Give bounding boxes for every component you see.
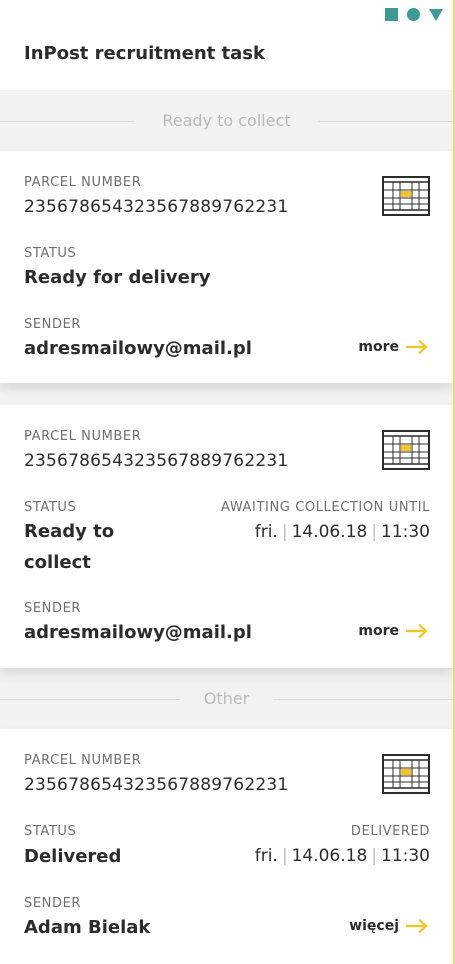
separator: | <box>371 846 377 866</box>
triangle-icon <box>429 8 443 21</box>
time: 11:30 <box>381 846 430 866</box>
circle-icon <box>407 8 420 21</box>
status-value: Ready for delivery <box>24 267 211 288</box>
parcel-card[interactable]: PARCEL NUMBER 235678654323567889762231 S… <box>0 729 453 964</box>
date: 14.06.18 <box>291 522 368 542</box>
date-value: fri. | 14.06.18 | 11:30 <box>255 846 430 866</box>
separator: | <box>281 846 288 866</box>
sender-value: Adam Bielak <box>24 917 151 938</box>
day: fri. <box>254 522 278 542</box>
separator: | <box>371 522 377 542</box>
date-label: AWAITING COLLECTION UNTIL <box>221 500 430 515</box>
date: 14.06.18 <box>291 846 368 866</box>
status-bar <box>0 0 453 28</box>
date-value: fri. | 14.06.18 | 11:30 <box>255 522 430 542</box>
parcel-number: 235678654323567889762231 <box>24 451 289 471</box>
sender-value: adresmailowy@mail.pl <box>24 338 252 359</box>
page-title: InPost recruitment task <box>24 43 265 64</box>
section-header-ready: Ready to collect <box>0 90 453 150</box>
day: fri. <box>254 846 278 866</box>
parcel-number-label: PARCEL NUMBER <box>24 753 142 768</box>
status-value-line-1: Ready to <box>24 521 115 542</box>
status-label: STATUS <box>24 824 77 839</box>
time: 11:30 <box>381 522 430 542</box>
sender-label: SENDER <box>24 317 82 332</box>
parcel-number-label: PARCEL NUMBER <box>24 429 142 444</box>
arrow-right-icon <box>406 339 428 355</box>
parcel-locker-icon <box>382 176 430 216</box>
app-bar: InPost recruitment task <box>0 28 453 90</box>
phone-screen: InPost recruitment task Ready to collect… <box>0 0 453 964</box>
more-button[interactable]: more <box>358 623 429 639</box>
parcel-locker-icon <box>382 754 430 794</box>
date-label: DELIVERED <box>350 824 430 839</box>
separator: | <box>281 522 288 542</box>
status-value: Delivered <box>24 846 122 867</box>
more-button[interactable]: more <box>358 339 429 355</box>
parcel-locker-icon <box>382 430 430 470</box>
section-header-other: Other <box>0 668 453 728</box>
more-button[interactable]: więcej <box>349 918 429 934</box>
arrow-right-icon <box>406 918 428 934</box>
arrow-right-icon <box>406 623 428 639</box>
square-icon <box>385 8 398 21</box>
sender-value: adresmailowy@mail.pl <box>24 622 252 643</box>
parcel-card[interactable]: PARCEL NUMBER 235678654323567889762231 S… <box>0 405 453 668</box>
more-label: more <box>358 623 399 639</box>
status-value-line-2: collect <box>24 552 91 573</box>
parcel-card[interactable]: PARCEL NUMBER 235678654323567889762231 S… <box>0 151 453 383</box>
sender-label: SENDER <box>24 896 82 911</box>
parcel-number: 235678654323567889762231 <box>24 775 289 795</box>
parcel-number: 235678654323567889762231 <box>24 197 289 217</box>
divider <box>273 699 453 700</box>
more-label: więcej <box>349 918 399 934</box>
more-label: more <box>358 339 399 355</box>
sender-label: SENDER <box>24 601 82 616</box>
parcel-number-label: PARCEL NUMBER <box>24 175 142 190</box>
status-label: STATUS <box>24 500 77 515</box>
status-bar-icons <box>385 8 443 21</box>
status-label: STATUS <box>24 246 77 261</box>
divider <box>318 121 453 122</box>
